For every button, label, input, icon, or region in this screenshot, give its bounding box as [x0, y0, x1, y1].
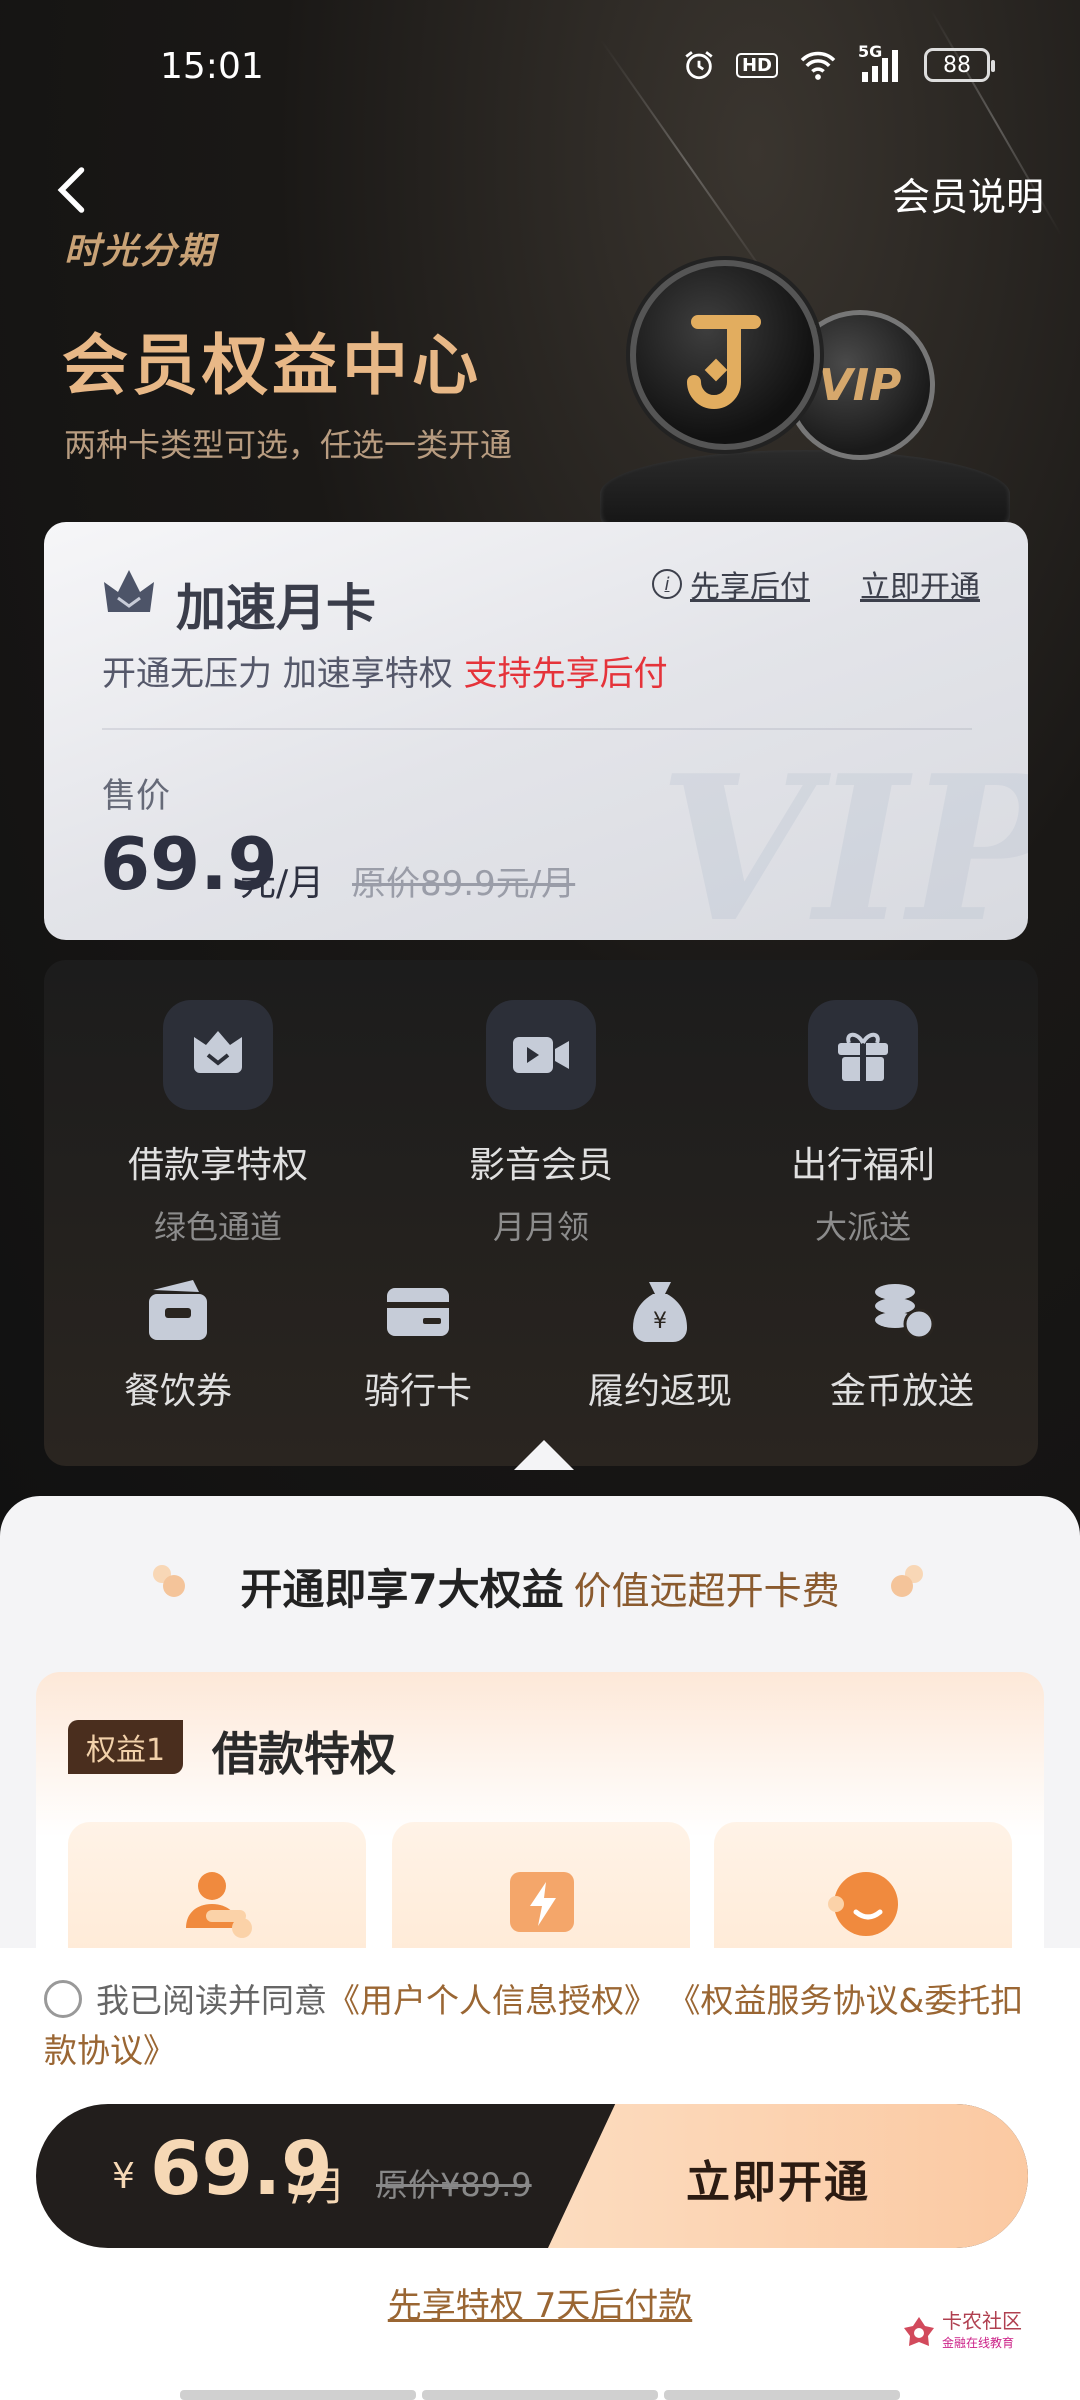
food-coupon-icon: [149, 1280, 207, 1340]
back-button[interactable]: [44, 160, 104, 220]
original-price: 原价89.9元/月: [352, 864, 576, 904]
member-info-link[interactable]: 会员说明: [892, 166, 1044, 221]
brand-coin: [630, 260, 820, 450]
promo-sub: 价值远超开卡费: [573, 1569, 840, 1613]
benefit-title: 餐饮券: [123, 1371, 232, 1412]
promo-main: 开通即享7大权益: [240, 1565, 564, 1614]
card-watermark: VIP: [658, 732, 1028, 940]
nav-indicator: [422, 2390, 658, 2400]
signal-icon: 5G: [858, 42, 904, 82]
status-icons: HD 5G 88: [682, 42, 995, 82]
coin-decoration: VIP: [600, 260, 1020, 560]
battery-indicator: 88: [924, 48, 995, 82]
benefit-subtitle: 绿色通道: [153, 1208, 282, 1246]
benefit-title: 影音会员: [468, 1145, 613, 1186]
brand-coin-glyph-icon: [687, 315, 761, 409]
benefit-title: 出行福利: [790, 1145, 935, 1186]
status-time: 15:01: [160, 46, 264, 87]
card-desc-main: 开通无压力 加速享特权: [102, 654, 464, 694]
smile-icon: [828, 1872, 898, 1936]
privacy-auth-link[interactable]: 《用户个人信息授权》: [327, 1981, 657, 2020]
benefit-av-membership[interactable]: 影音会员 月月领: [441, 1000, 641, 1248]
benefit-loan-privilege[interactable]: 借款享特权 绿色通道: [118, 1000, 318, 1248]
card-desc-highlight: 支持先享后付: [463, 654, 668, 694]
benefit-title: 借款享特权: [127, 1145, 308, 1186]
crown-shield-icon: [163, 1000, 273, 1110]
money-bag-icon: ¥: [633, 1282, 687, 1342]
sparkle-icon: [891, 1565, 923, 1597]
chevron-left-icon: [57, 167, 85, 213]
benefit-title: 履约返现: [587, 1371, 732, 1412]
buy-currency: ¥: [112, 2156, 135, 2197]
agree-prefix: 我已阅读并同意: [96, 1981, 327, 2020]
fast-coupon-icon: [510, 1872, 574, 1932]
buy-unit: /月: [292, 2164, 346, 2210]
card-divider: [102, 728, 972, 730]
gift-icon: [808, 1000, 918, 1110]
benefit-food-coupon[interactable]: 餐饮券: [78, 1278, 278, 1414]
nav-indicator: [180, 2390, 416, 2400]
nav-indicator: [664, 2390, 900, 2400]
buy-original-price: 原价¥89.9: [376, 2166, 532, 2204]
hd-badge: HD: [735, 52, 778, 78]
benefit-travel-welfare[interactable]: 出行福利 大派送: [763, 1000, 963, 1248]
card-open-link[interactable]: 立即开通: [860, 562, 980, 606]
benefit-gold-coins[interactable]: 金币放送: [802, 1278, 1002, 1414]
benefit-subtitle: 大派送: [814, 1208, 911, 1246]
benefit-cashback[interactable]: ¥ 履约返现: [560, 1278, 760, 1414]
svg-text:¥: ¥: [653, 1309, 667, 1334]
page-subtitle: 两种卡类型可选，任选一类开通: [64, 426, 513, 464]
brand-logo-text: 时光分期: [64, 231, 217, 272]
card-title: 加速月卡: [176, 579, 376, 637]
benefit-title: 金币放送: [829, 1371, 974, 1412]
rights-title: 借款特权: [212, 1727, 396, 1781]
alarm-icon: [685, 51, 713, 80]
purchase-bar[interactable]: ¥ 69.9 /月 原价¥89.9 立即开通: [36, 2104, 1028, 2248]
wifi-icon: [800, 51, 836, 80]
card-description: 开通无压力 加速享特权 支持先享后付: [102, 646, 668, 695]
open-now-button[interactable]: 立即开通: [686, 2146, 870, 2210]
coins-icon: [875, 1284, 935, 1340]
video-camera-icon: [486, 1000, 596, 1110]
info-icon: i: [652, 569, 682, 599]
first-enjoy-link[interactable]: i 先享后付: [652, 562, 810, 606]
price-label: 售价: [102, 776, 170, 816]
watermark-text: 卡农社区 金融在线教育: [942, 2310, 1022, 2354]
watermark-title: 卡农社区: [942, 2309, 1022, 2333]
benefit-title: 骑行卡: [363, 1371, 472, 1412]
crown-icon: [104, 570, 154, 612]
watermark-sub: 金融在线教育: [942, 2336, 1015, 2350]
page-title: 会员权益中心: [62, 327, 482, 404]
person-icon: [186, 1872, 252, 1938]
benefit-riding-card[interactable]: 骑行卡: [318, 1278, 518, 1414]
benefit-subtitle: 月月领: [492, 1208, 589, 1246]
community-logo-icon: [904, 2317, 934, 2346]
membership-card[interactable]: VIP 加速月卡 i 先享后付 立即开通 开通无压力 加速享特权 支持先享后付 …: [44, 522, 1028, 940]
agree-checkbox[interactable]: [44, 1979, 82, 2018]
community-watermark: 卡农社区 金融在线教育: [902, 2306, 1032, 2358]
agreement-text: 我已阅读并同意《用户个人信息授权》 《权益服务协议&委托扣款协议》: [44, 1976, 1044, 2076]
rights-tag: 权益1: [68, 1720, 184, 1774]
riding-card-icon: [387, 1288, 449, 1336]
first-enjoy-label: 先享后付: [690, 570, 810, 605]
price-unit: 元/月: [240, 863, 325, 904]
status-bar: 15:01 HD 5G 88: [0, 0, 1080, 136]
